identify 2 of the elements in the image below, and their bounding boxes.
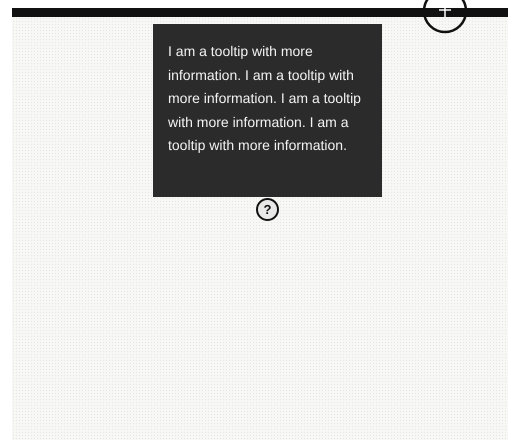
help-button[interactable]: ? [256,198,279,221]
tooltip: I am a tooltip with more information. I am a tooltip with more information. I am a tooltip with more information. I am a tooltip with more information. [153,24,382,197]
